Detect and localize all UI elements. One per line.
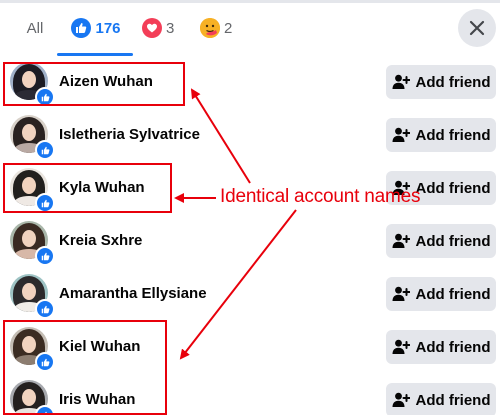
add-friend-icon: [392, 286, 410, 301]
tab-like-count: 176: [95, 19, 121, 37]
person-name[interactable]: Isletheria Sylvatrice: [59, 109, 200, 161]
add-friend-label: Add friend: [415, 391, 491, 409]
add-friend-label: Add friend: [415, 285, 491, 303]
avatar[interactable]: [10, 115, 55, 160]
highlight-box-kiel-iris: [3, 320, 167, 415]
add-friend-icon: [392, 127, 410, 142]
add-friend-button[interactable]: Add friend: [386, 224, 496, 258]
add-friend-icon: [392, 74, 410, 89]
add-friend-icon: [392, 392, 410, 407]
person-name[interactable]: Kreia Sxhre: [59, 215, 142, 267]
like-badge-icon: [35, 299, 55, 319]
add-friend-label: Add friend: [415, 179, 491, 197]
care-emoji-icon: [200, 18, 220, 38]
tab-like[interactable]: 176: [58, 0, 134, 56]
add-friend-button[interactable]: Add friend: [386, 330, 496, 364]
like-badge-icon: [35, 140, 55, 160]
tab-love[interactable]: 3: [142, 0, 188, 56]
reactions-dialog: All 176 3 2 Aizen Wuhan Add friend Islet…: [0, 0, 500, 415]
avatar-face: [22, 124, 36, 141]
highlight-box-kyla: [3, 163, 172, 213]
tab-care-count: 2: [224, 19, 233, 37]
avatar[interactable]: [10, 221, 55, 266]
close-button[interactable]: [458, 9, 496, 47]
avatar-face: [22, 283, 36, 300]
list-item: Kreia Sxhre Add friend: [0, 215, 500, 267]
reaction-tabs: All 176 3 2: [0, 0, 500, 58]
list-item: Amarantha Ellysiane Add friend: [0, 268, 500, 320]
close-icon: [469, 20, 485, 36]
add-friend-label: Add friend: [415, 126, 491, 144]
add-friend-button[interactable]: Add friend: [386, 277, 496, 311]
add-friend-label: Add friend: [415, 232, 491, 250]
tab-all-label: All: [26, 19, 44, 37]
add-friend-icon: [392, 339, 410, 354]
add-friend-button[interactable]: Add friend: [386, 383, 496, 415]
person-name[interactable]: Amarantha Ellysiane: [59, 268, 207, 320]
like-badge-icon: [35, 246, 55, 266]
tab-care[interactable]: 2: [200, 0, 246, 56]
annotation-label: Identical account names: [220, 186, 421, 207]
tab-love-count: 3: [166, 19, 175, 37]
add-friend-icon: [392, 233, 410, 248]
like-icon: [71, 18, 92, 38]
tab-all[interactable]: All: [16, 0, 54, 56]
list-item: Isletheria Sylvatrice Add friend: [0, 109, 500, 161]
highlight-box-aizen: [3, 62, 185, 106]
avatar-face: [22, 230, 36, 247]
heart-icon: [142, 18, 162, 38]
add-friend-label: Add friend: [415, 73, 491, 91]
add-friend-button[interactable]: Add friend: [386, 118, 496, 152]
add-friend-label: Add friend: [415, 338, 491, 356]
avatar[interactable]: [10, 274, 55, 319]
add-friend-button[interactable]: Add friend: [386, 65, 496, 99]
